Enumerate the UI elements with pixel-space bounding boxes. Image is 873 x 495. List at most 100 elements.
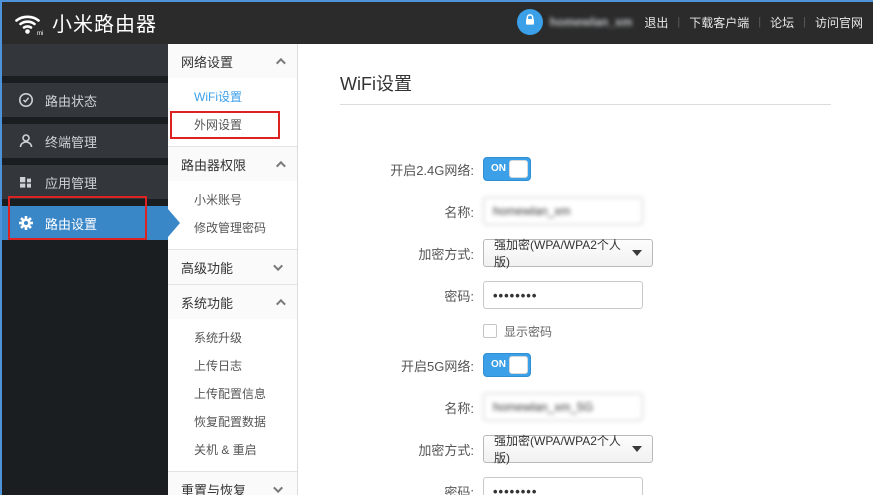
router-admin-page: mi 小米路由器 homewlan_xm 退出 | 下载客户端 | 论坛 | 访 [0,0,873,495]
sidebar-item-router-status[interactable]: 路由状态 [0,83,168,117]
field-label: 名称: [444,204,474,220]
sidebar-item-label: 路由状态 [45,93,98,109]
section-title: 网络设置 [181,54,234,70]
ssid-24g-input[interactable] [483,197,643,225]
person-icon [17,133,34,150]
sidebar-item-router-settings[interactable]: 路由设置 [0,206,168,240]
submenu-item-wifi-settings[interactable]: WiFi设置 [168,82,297,110]
section-header-reset-restore[interactable]: 重置与恢复 [168,472,297,495]
forum-link[interactable]: 论坛 [770,14,794,31]
field-label: 开启5G网络: [401,358,474,374]
show-password-label: 显示密码 [504,324,553,339]
sidebar-item-app-management[interactable]: 应用管理 [0,165,168,199]
field-label: 密码: [444,288,474,304]
header-separator: | [803,16,806,28]
show-password-checkbox[interactable] [483,324,497,338]
sidebar-item-device-management[interactable]: 终端管理 [0,124,168,158]
submenu-item-restore-config-data[interactable]: 恢复配置数据 [168,407,297,435]
section-header-router-permissions[interactable]: 路由器权限 [168,147,297,181]
submenu-item-wan-settings[interactable]: 外网设置 [168,110,297,138]
submenu-item-system-upgrade[interactable]: 系统升级 [168,323,297,351]
active-item-pointer [168,209,180,237]
chevron-up-icon [275,298,286,309]
section-title: 高级功能 [181,260,234,276]
svg-text:mi: mi [37,31,43,36]
section-items: WiFi设置 外网设置 [168,78,297,146]
password-24g-input[interactable] [483,281,643,309]
selected-option-label: 强加密(WPA/WPA2个人版) [494,238,621,269]
submenu-section-advanced: 高级功能 [168,249,297,284]
section-header-network-settings[interactable]: 网络设置 [168,44,297,78]
section-title: 系统功能 [181,295,234,311]
field-label: 加密方式: [418,246,474,262]
lock-icon [523,13,537,32]
logged-in-username: homewlan_xm [549,15,633,29]
submenu-item-change-admin-password[interactable]: 修改管理密码 [168,213,297,241]
submenu-item-label: 小米账号 [194,192,243,207]
submenu-item-shutdown-restart[interactable]: 关机 & 重启 [168,435,297,463]
header-separator: | [758,16,762,28]
brand-logo: mi 小米路由器 [14,8,157,37]
submenu-item-xiaomi-account[interactable]: 小米账号 [168,185,297,213]
toggle-5g-network[interactable]: ON [483,353,531,377]
brand-title: 小米路由器 [52,13,157,36]
page-title: WiFi设置 [340,74,412,94]
submenu-section-network: 网络设置 WiFi设置 外网设置 [168,44,297,146]
chevron-up-icon [275,57,286,68]
gear-icon [17,215,34,232]
sidebar-item-label: 应用管理 [45,175,98,191]
official-site-link[interactable]: 访问官网 [815,14,863,31]
dropdown-caret-icon [632,250,642,256]
toggle-knob [509,160,528,178]
download-client-link[interactable]: 下载客户端 [689,14,749,31]
chevron-up-icon [275,160,286,171]
password-5g-input[interactable] [483,477,643,495]
field-label: 开启2.4G网络: [390,162,474,178]
chevron-down-icon [273,260,284,271]
sidebar-spacer-block [0,44,168,76]
chevron-down-icon [273,482,284,493]
top-header-bar: mi 小米路由器 homewlan_xm 退出 | 下载客户端 | 论坛 | 访 [0,0,873,44]
section-items: 小米账号 修改管理密码 [168,181,297,249]
encryption-5g-dropdown[interactable]: 强加密(WPA/WPA2个人版) [483,434,653,465]
submenu-item-label: 恢复配置数据 [194,414,267,429]
section-header-advanced-features[interactable]: 高级功能 [168,250,297,284]
wifi-mi-logo-icon: mi [14,8,44,36]
submenu-section-system: 系统功能 系统升级 上传日志 上传配置信息 恢复配置数据 关机 & 重启 [168,284,297,471]
form-row-encryption-5g: 加密方式: 强加密(WPA/WPA2个人版) [340,434,831,465]
header-right-group: homewlan_xm 退出 | 下载客户端 | 论坛 | 访问官网 [516,9,863,35]
submenu-item-label: 系统升级 [194,330,243,345]
toggle-on-label: ON [491,163,506,174]
form-row-enable-24g: 开启2.4G网络: ON [340,155,831,183]
toggle-on-label: ON [491,359,506,370]
toggle-knob [509,356,528,374]
submenu-item-upload-config-info[interactable]: 上传配置信息 [168,379,297,407]
section-title: 重置与恢复 [181,482,247,495]
submenu-item-label: 外网设置 [194,117,243,132]
submenu-item-upload-log[interactable]: 上传日志 [168,351,297,379]
form-row-enable-5g: 开启5G网络: ON [340,351,831,379]
header-separator: | [677,16,681,28]
dropdown-caret-icon [632,446,642,452]
section-header-system-functions[interactable]: 系统功能 [168,285,297,319]
field-label: 密码: [444,484,474,495]
submenu-section-permissions: 路由器权限 小米账号 修改管理密码 [168,146,297,249]
logout-link[interactable]: 退出 [644,14,668,31]
form-row-password-5g: 密码: [340,477,831,495]
toggle-24g-network[interactable]: ON [483,157,531,181]
submenu-section-reset: 重置与恢复 [168,471,297,495]
ssid-5g-input[interactable] [483,393,643,421]
submenu-item-label: 上传配置信息 [194,386,267,401]
wifi-settings-form: 开启2.4G网络: ON 名称: 加密方式: 强加密(WPA/WPA2个人版) [340,155,831,495]
screen-edge-left [0,0,2,495]
settings-submenu: 网络设置 WiFi设置 外网设置 路由器权限 小米账号 修改管理密码 高级功能 … [168,44,298,495]
encryption-24g-dropdown[interactable]: 强加密(WPA/WPA2个人版) [483,238,653,269]
section-title: 路由器权限 [181,157,247,173]
form-row-encryption-24g: 加密方式: 强加密(WPA/WPA2个人版) [340,238,831,269]
primary-sidebar: 路由状态 终端管理 应用管理 路由设置 [0,44,168,495]
submenu-item-label: 上传日志 [194,358,243,373]
form-row-password-24g: 密码: [340,281,831,309]
form-row-show-password: 显示密码 [340,323,831,339]
account-avatar[interactable] [516,9,543,35]
selected-option-label: 强加密(WPA/WPA2个人版) [494,434,621,465]
